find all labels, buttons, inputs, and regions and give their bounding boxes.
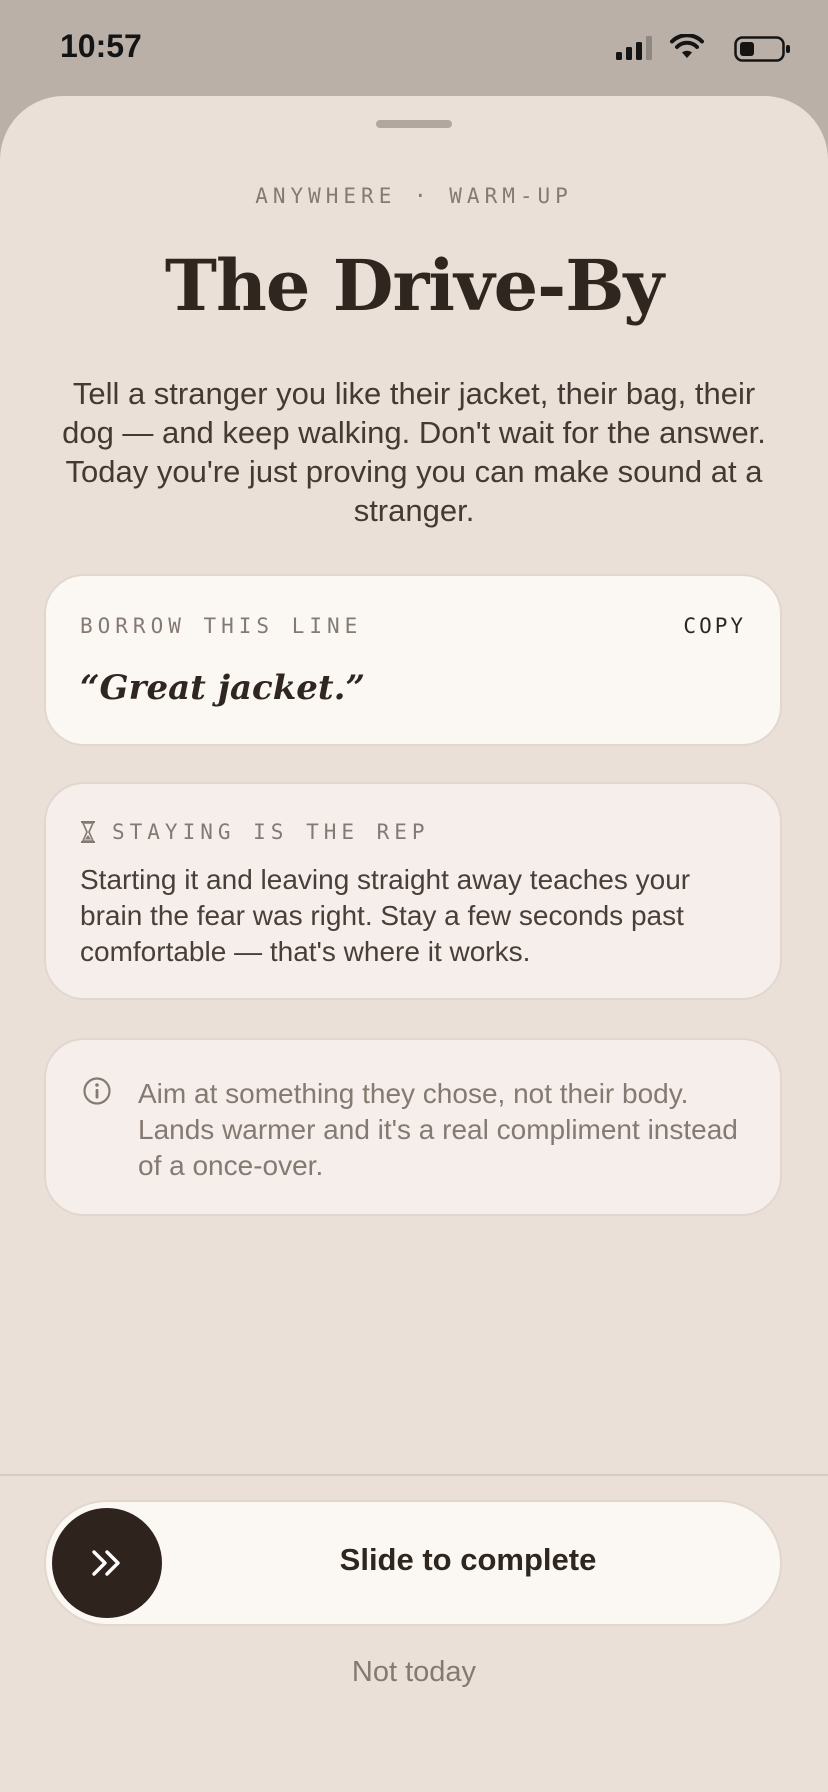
sheet-grabber[interactable]: [376, 120, 452, 128]
not-today-button[interactable]: Not today: [0, 1656, 828, 1689]
tip-card: Aim at something they chose, not their b…: [44, 1038, 782, 1216]
hourglass-icon: [81, 821, 95, 843]
signal-icon: [616, 36, 652, 60]
category-eyebrow: ANYWHERE · WARM-UP: [255, 184, 573, 208]
challenge-description: Tell a stranger you like their jacket, t…: [62, 376, 766, 528]
tip-body: Aim at something they chose, not their b…: [138, 1078, 738, 1181]
status-bar: 10:57: [0, 0, 828, 100]
borrow-line-label: BORROW THIS LINE: [80, 614, 363, 638]
battery-icon: [734, 36, 790, 62]
challenge-title: The Drive-By: [164, 244, 664, 327]
status-time: 10:57: [60, 28, 142, 64]
chevrons-icon: [92, 1550, 120, 1576]
staying-rep-card: STAYING IS THE REP Starting it and leavi…: [44, 782, 782, 1000]
staying-rep-body: Starting it and leaving straight away te…: [80, 864, 691, 967]
staying-rep-label: STAYING IS THE REP: [112, 820, 430, 844]
slider-label: Slide to complete: [339, 1542, 597, 1577]
copy-button[interactable]: COPY: [683, 614, 746, 638]
slider-knob[interactable]: [52, 1508, 162, 1618]
wifi-icon: [670, 34, 704, 58]
slide-to-complete-slider[interactable]: Slide to complete: [44, 1500, 782, 1626]
borrow-line-card: BORROW THIS LINE COPY “Great jacket.”: [44, 574, 782, 746]
borrow-line-quote: “Great jacket.”: [80, 668, 366, 708]
info-icon: [83, 1077, 111, 1105]
footer-divider: [0, 1474, 828, 1476]
bottom-sheet: ANYWHERE · WARM-UP The Drive-By Tell a s…: [0, 96, 828, 1792]
